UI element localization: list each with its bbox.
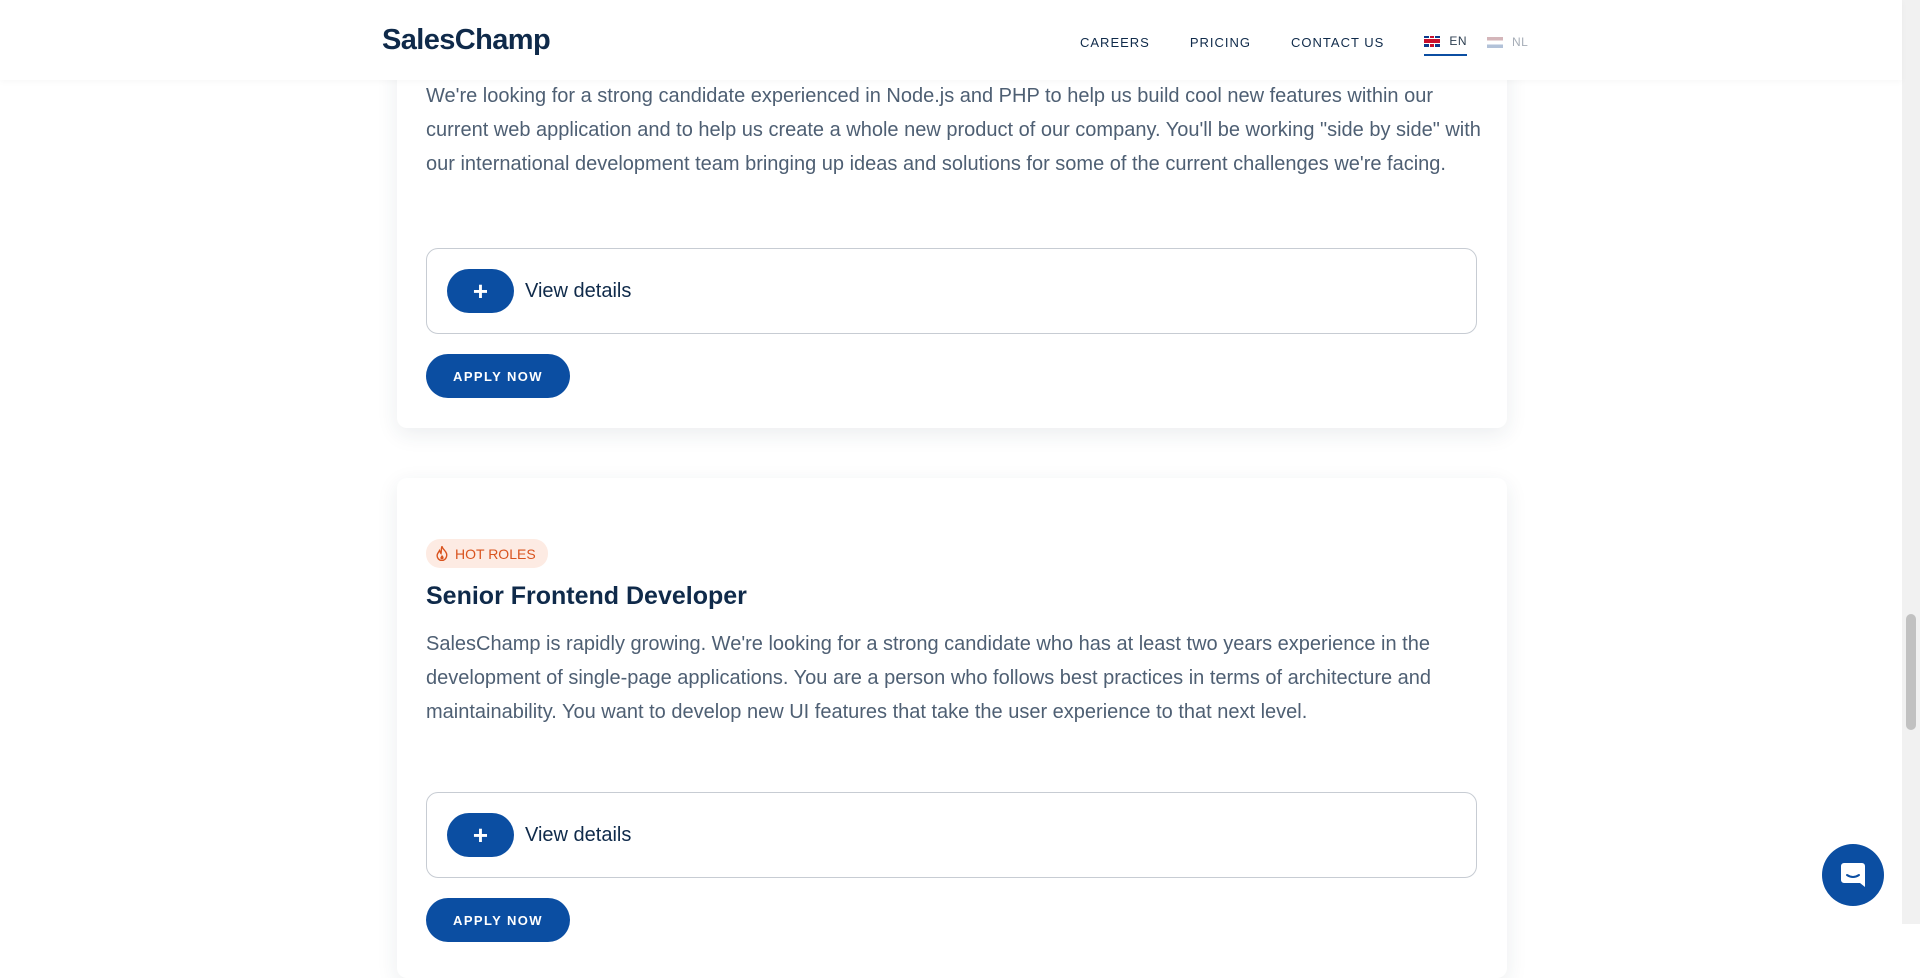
page-scrollbar[interactable] — [1902, 0, 1920, 924]
view-details-label: View details — [525, 823, 632, 846]
job-card: HOT ROLES Senior Frontend Developer Sale… — [397, 478, 1507, 978]
hot-roles-badge: HOT ROLES — [426, 539, 548, 568]
saleschamp-logo[interactable]: SalesChamp — [382, 24, 551, 57]
nav-careers[interactable]: CAREERS — [1080, 35, 1150, 50]
chat-launcher-button[interactable] — [1822, 844, 1884, 906]
site-header: SalesChamp CAREERS PRICING CONTACT US EN… — [0, 0, 1902, 80]
nav-pricing[interactable]: PRICING — [1190, 35, 1251, 50]
language-nl-label: NL — [1512, 35, 1529, 49]
fire-icon — [436, 546, 448, 561]
nav-contact-us[interactable]: CONTACT US — [1291, 35, 1384, 50]
apply-now-button[interactable]: APPLY NOW — [426, 898, 570, 942]
scrollbar-thumb[interactable] — [1906, 614, 1916, 730]
job-description: We're looking for a strong candidate exp… — [426, 85, 1481, 175]
plus-icon[interactable]: + — [447, 813, 514, 857]
view-details-toggle[interactable]: + View details — [426, 792, 1477, 878]
job-title: Senior Frontend Developer — [426, 582, 747, 610]
chat-icon — [1841, 863, 1865, 887]
language-en[interactable]: EN — [1424, 34, 1468, 56]
uk-flag-icon — [1424, 35, 1441, 47]
main-nav: CAREERS PRICING CONTACT US EN NL — [1080, 31, 1548, 56]
language-nl[interactable]: NL — [1487, 35, 1528, 55]
view-details-toggle[interactable]: + View details — [426, 248, 1477, 334]
job-description: SalesChamp is rapidly growing. We're loo… — [426, 633, 1432, 723]
apply-now-button[interactable]: APPLY NOW — [426, 354, 570, 398]
nl-flag-icon — [1487, 36, 1504, 48]
view-details-label: View details — [525, 279, 632, 302]
language-en-label: EN — [1449, 34, 1468, 48]
plus-icon[interactable]: + — [447, 269, 514, 313]
hot-roles-label: HOT ROLES — [455, 545, 536, 562]
